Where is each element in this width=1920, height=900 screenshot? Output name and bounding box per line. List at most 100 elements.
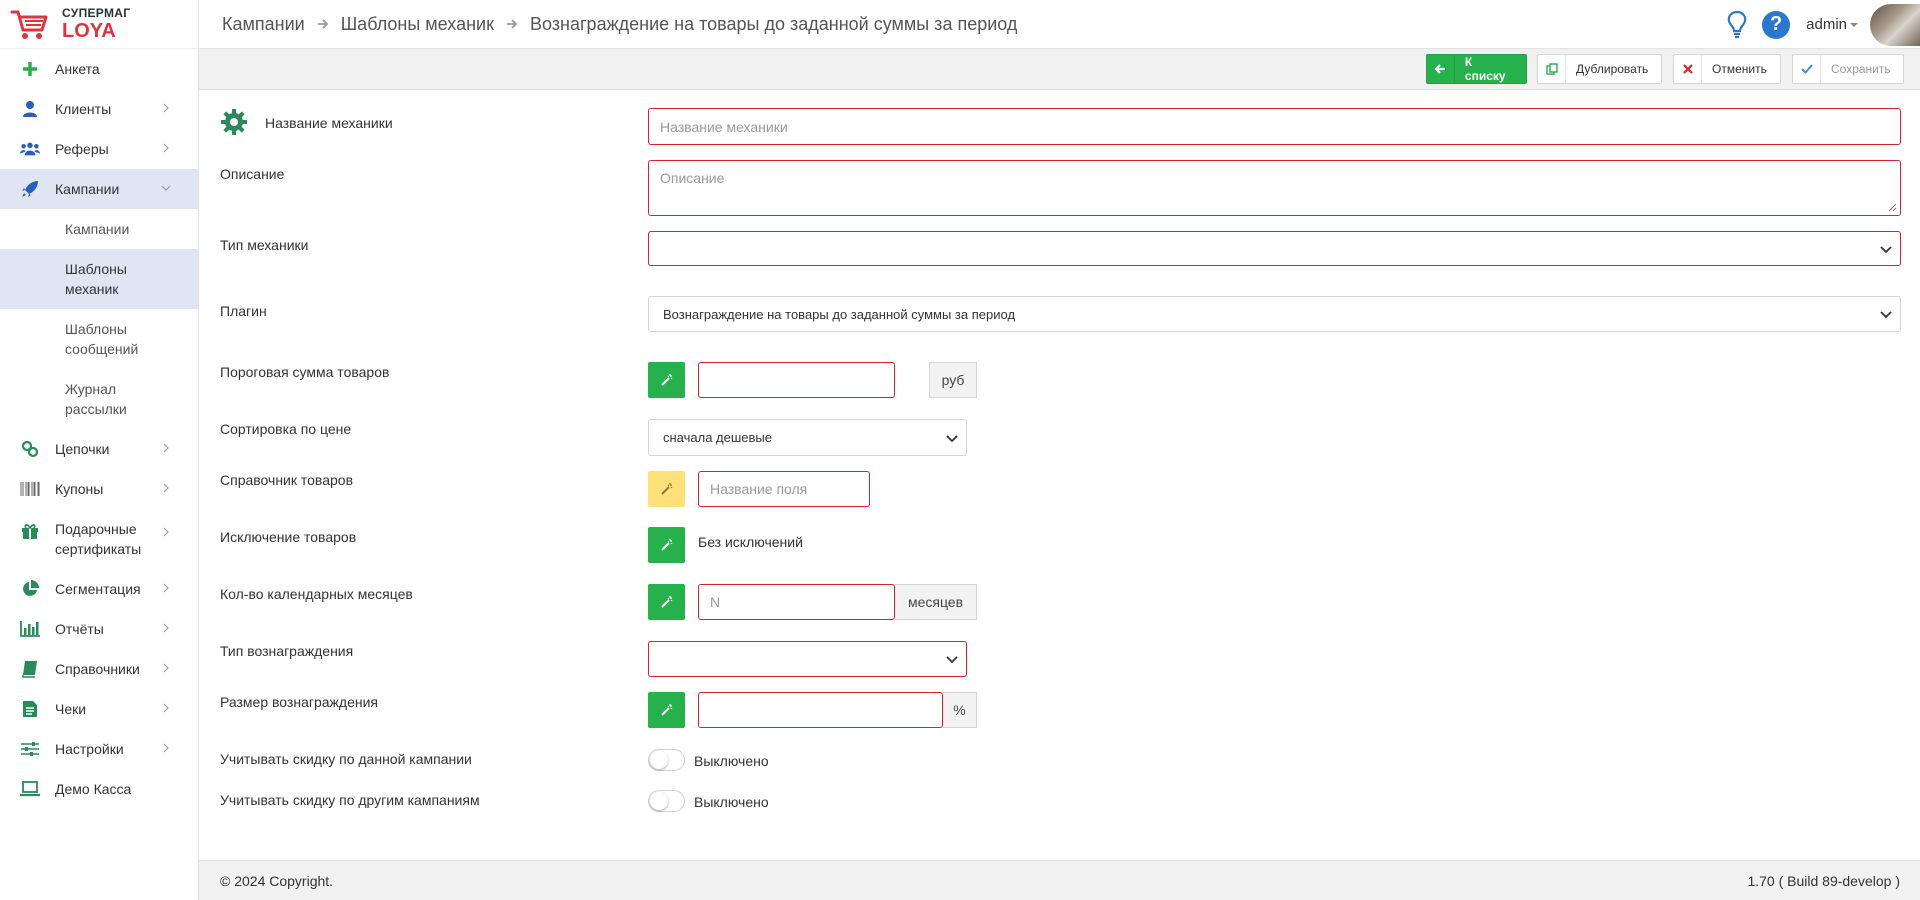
magic-wand-button[interactable] bbox=[648, 471, 685, 507]
cancel-button[interactable]: Отменить bbox=[1673, 54, 1781, 84]
name-label: Название механики bbox=[265, 115, 393, 131]
chevron-right-icon bbox=[163, 663, 169, 673]
threshold-label: Пороговая сумма товаров bbox=[220, 364, 390, 380]
months-input[interactable]: N bbox=[698, 584, 895, 620]
price-sort-select[interactable]: сначала дешевые bbox=[648, 419, 967, 456]
description-textarea[interactable]: Описание bbox=[648, 160, 1901, 216]
sidebar-subitem-campaigns[interactable]: Кампании bbox=[0, 209, 198, 249]
mechanic-type-label: Тип механики bbox=[220, 237, 309, 253]
plugin-select[interactable]: Вознаграждение на товары до заданной сум… bbox=[648, 296, 1901, 332]
product-catalog-input[interactable]: Название поля bbox=[698, 471, 870, 507]
sidebar-item-label: Подарочные bbox=[55, 521, 137, 537]
save-button[interactable]: Сохранить bbox=[1792, 54, 1904, 84]
months-label: Кол-во календарных месяцев bbox=[220, 586, 413, 602]
sidebar-subitem-label: сообщений bbox=[65, 341, 139, 357]
description-label: Описание bbox=[220, 166, 285, 182]
copy-icon bbox=[1538, 55, 1566, 83]
logo-top-text: СУПЕРМАГ bbox=[62, 6, 131, 20]
avatar[interactable] bbox=[1870, 3, 1920, 46]
sidebar-subitem-label: Журнал bbox=[65, 381, 117, 397]
magic-wand-icon bbox=[660, 483, 672, 495]
chevron-right-icon bbox=[163, 623, 169, 633]
sidebar-subitem-message-templates[interactable]: Шаблоны сообщений bbox=[0, 309, 198, 369]
breadcrumb-item-mechanic-templates[interactable]: Шаблоны механик bbox=[341, 14, 494, 35]
sidebar-subitem-mailing-log[interactable]: Журнал рассылки bbox=[0, 369, 198, 429]
sidebar-subitem-label: рассылки bbox=[65, 401, 127, 417]
sidebar-item-settings[interactable]: Настройки bbox=[0, 729, 198, 769]
sidebar-subitem-mechanic-templates[interactable]: Шаблоны механик bbox=[0, 249, 198, 309]
reward-size-label: Размер вознаграждения bbox=[220, 694, 378, 710]
breadcrumb: Кампании Шаблоны механик Вознаграждение … bbox=[222, 14, 1017, 35]
resize-handle-icon[interactable] bbox=[1888, 203, 1897, 212]
breadcrumb-item-campaigns[interactable]: Кампании bbox=[222, 14, 305, 35]
name-input[interactable]: Название механики bbox=[648, 108, 1901, 145]
magic-wand-icon bbox=[660, 539, 672, 551]
top-header: Кампании Шаблоны механик Вознаграждение … bbox=[199, 0, 1920, 49]
sidebar-item-label: Реферы bbox=[55, 141, 109, 157]
months-unit: месяцев bbox=[895, 584, 977, 620]
magic-wand-button[interactable] bbox=[648, 584, 685, 620]
discount-this-campaign-toggle[interactable] bbox=[648, 749, 685, 771]
sidebar-item-reports[interactable]: Отчёты bbox=[0, 609, 198, 649]
sidebar-subitem-label: Шаблоны bbox=[65, 321, 127, 337]
sidebar-item-directories[interactable]: Справочники bbox=[0, 649, 198, 689]
arrow-right-icon bbox=[317, 19, 328, 29]
sidebar-item-label: сертификаты bbox=[55, 541, 142, 557]
sidebar-item-label: Анкета bbox=[55, 61, 100, 77]
sidebar-item-gift-certificates[interactable]: Подарочные сертификаты bbox=[0, 509, 198, 569]
chevron-right-icon bbox=[163, 743, 169, 753]
help-icon[interactable]: ? bbox=[1762, 10, 1791, 39]
sidebar-item-label: Справочники bbox=[55, 661, 140, 677]
reward-type-label: Тип вознаграждения bbox=[220, 643, 354, 659]
sidebar-item-campaigns[interactable]: Кампании bbox=[0, 169, 198, 209]
user-menu[interactable]: admin bbox=[1806, 16, 1858, 33]
sidebar-item-segmentation[interactable]: Сегментация bbox=[0, 569, 198, 609]
pie-icon bbox=[20, 579, 40, 599]
gift-icon bbox=[20, 521, 40, 541]
mechanic-type-select[interactable] bbox=[648, 231, 1901, 266]
sidebar-item-coupons[interactable]: Купоны bbox=[0, 469, 198, 509]
chevron-right-icon bbox=[163, 443, 169, 453]
chevron-down-icon bbox=[946, 434, 958, 442]
sidebar-item-referals[interactable]: Реферы bbox=[0, 129, 198, 169]
magic-wand-icon bbox=[660, 596, 672, 608]
logo[interactable]: СУПЕРМАГ LOYA bbox=[0, 0, 198, 49]
laptop-icon bbox=[20, 779, 40, 799]
plus-icon bbox=[20, 59, 40, 79]
reward-size-unit: % bbox=[943, 692, 977, 728]
chevron-right-icon bbox=[163, 703, 169, 713]
chevron-down-icon bbox=[1880, 311, 1892, 319]
chevron-down-icon bbox=[946, 656, 958, 664]
reward-type-select[interactable] bbox=[648, 641, 967, 677]
sidebar-item-receipts[interactable]: Чеки bbox=[0, 689, 198, 729]
sidebar-subitem-label: Шаблоны bbox=[65, 261, 127, 277]
back-to-list-button[interactable]: К списку bbox=[1426, 54, 1527, 84]
threshold-unit: руб bbox=[929, 362, 977, 398]
magic-wand-button[interactable] bbox=[648, 527, 685, 563]
action-toolbar: К списку Дублировать Отменить Сохранить bbox=[199, 49, 1920, 90]
sidebar-item-chains[interactable]: Цепочки bbox=[0, 429, 198, 469]
lightbulb-icon[interactable] bbox=[1726, 10, 1748, 40]
threshold-input[interactable] bbox=[698, 362, 895, 398]
discount-other-campaigns-toggle[interactable] bbox=[648, 790, 685, 812]
chevron-right-icon bbox=[163, 103, 169, 113]
users-icon bbox=[20, 139, 40, 159]
chevron-down-icon bbox=[161, 185, 171, 191]
user-name: admin bbox=[1806, 16, 1847, 33]
sidebar-item-label: Кампании bbox=[55, 181, 120, 197]
discount-other-campaigns-label: Учитывать скидку по другим кампаниям bbox=[220, 792, 480, 808]
chevron-right-icon bbox=[163, 483, 169, 493]
sidebar-item-clients[interactable]: Клиенты bbox=[0, 89, 198, 129]
magic-wand-button[interactable] bbox=[648, 362, 685, 398]
bar-chart-icon bbox=[20, 619, 40, 639]
sidebar-item-anketa[interactable]: Анкета bbox=[0, 49, 198, 89]
book-icon bbox=[20, 659, 40, 679]
sidebar-item-demo-cash[interactable]: Демо Касса bbox=[0, 769, 198, 809]
cart-logo-icon bbox=[10, 10, 48, 39]
rocket-icon bbox=[20, 179, 40, 199]
sidebar-item-label: Цепочки bbox=[55, 441, 110, 457]
reward-size-input[interactable] bbox=[698, 692, 943, 728]
duplicate-button[interactable]: Дублировать bbox=[1537, 54, 1662, 84]
magic-wand-button[interactable] bbox=[648, 692, 685, 728]
close-icon bbox=[1674, 55, 1702, 83]
